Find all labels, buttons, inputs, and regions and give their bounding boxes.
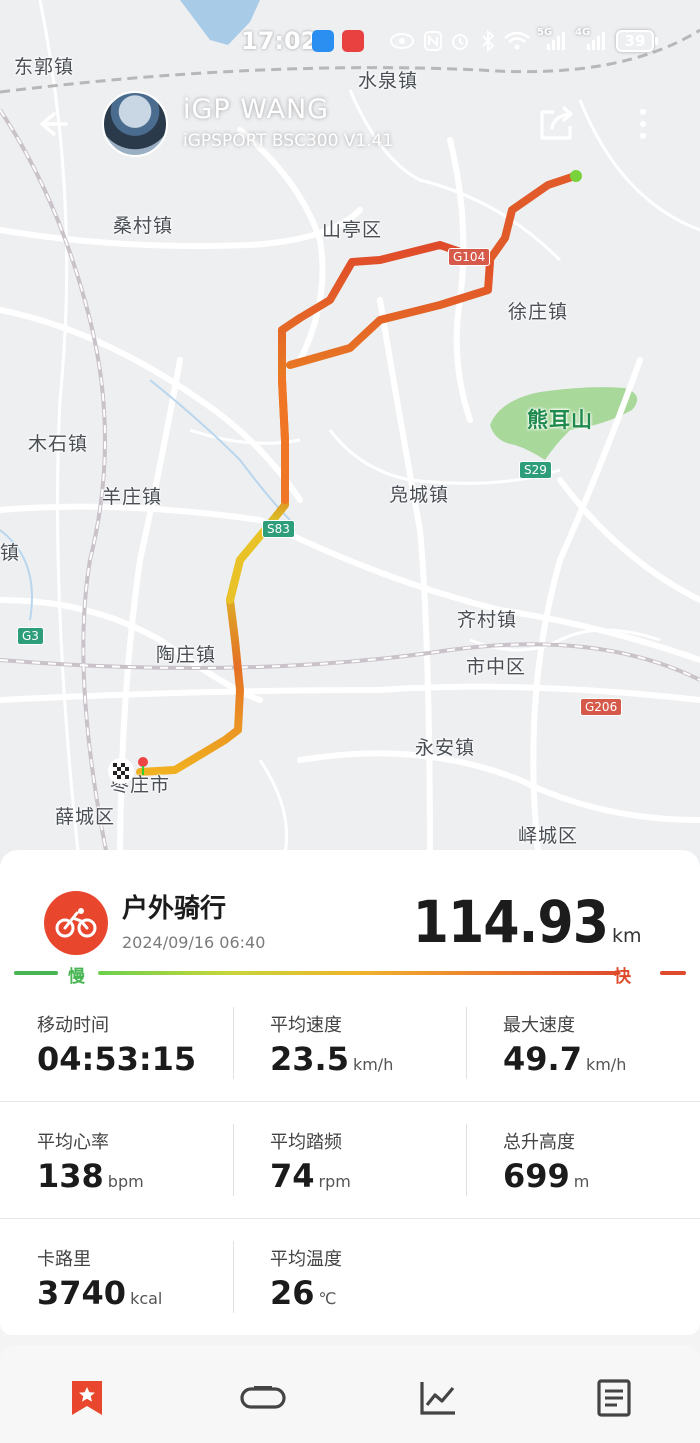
road-shield: S83 xyxy=(262,520,295,538)
stat-unit: rpm xyxy=(318,1172,351,1191)
signal-icon xyxy=(587,32,605,50)
map-place-label: 徐庄镇 xyxy=(508,301,569,323)
stat-moving-time: 移动时间 04:53:15 xyxy=(0,985,233,1102)
eye-icon xyxy=(390,33,414,49)
stat-value: 699 xyxy=(503,1157,570,1195)
road-shield: S29 xyxy=(519,461,552,479)
stat-total-ascent: 总升高度 699 m xyxy=(466,1102,699,1219)
stat-max-speed: 最大速度 49.7 km/h xyxy=(466,985,699,1102)
map-place-label: 镇 xyxy=(0,542,21,564)
bookmark-icon[interactable] xyxy=(65,1376,109,1420)
signal-icon xyxy=(547,32,565,50)
stat-label: 平均速度 xyxy=(270,1015,342,1036)
map-place-label: 木石镇 xyxy=(28,433,89,455)
cycling-icon xyxy=(44,891,108,955)
speed-legend-bar xyxy=(14,971,686,975)
back-arrow-icon[interactable] xyxy=(30,104,70,144)
stat-value: 74 xyxy=(270,1157,315,1195)
stat-label: 平均踏频 xyxy=(270,1132,342,1153)
stat-avg-cadence: 平均踏频 74 rpm xyxy=(233,1102,466,1219)
stats-row: 平均心率 138 bpm 平均踏频 74 rpm 总升高度 699 m xyxy=(0,1102,700,1219)
stat-label: 移动时间 xyxy=(37,1015,109,1036)
stat-value: 49.7 xyxy=(503,1040,582,1078)
stat-label: 最大速度 xyxy=(503,1015,575,1036)
stat-value: 26 xyxy=(270,1274,315,1312)
wifi-icon xyxy=(504,31,530,50)
road-shield: G104 xyxy=(448,248,491,266)
stat-label: 总升高度 xyxy=(503,1132,575,1153)
stat-unit: ℃ xyxy=(318,1289,337,1308)
user-name: iGP WANG xyxy=(183,94,330,125)
speed-fast-label: 快 xyxy=(614,967,631,987)
stat-calories: 卡路里 3740 kcal xyxy=(0,1219,233,1336)
map-place-label: 熊耳山 xyxy=(527,408,593,432)
road-shield: G206 xyxy=(580,698,623,716)
stats-row: 移动时间 04:53:15 平均速度 23.5 km/h 最大速度 49.7 km/… xyxy=(0,985,700,1102)
bluetooth-icon xyxy=(482,30,495,52)
nfc-icon xyxy=(424,31,442,51)
stat-value: 138 xyxy=(37,1157,104,1195)
stat-label: 平均心率 xyxy=(37,1132,109,1153)
avatar[interactable] xyxy=(102,91,168,157)
stat-unit: m xyxy=(573,1172,590,1191)
map-place-label: 峄城区 xyxy=(518,825,579,847)
map-place-label: 永安镇 xyxy=(415,737,476,759)
map-place-label: 市中区 xyxy=(466,656,527,678)
alarm-icon xyxy=(452,34,468,50)
map-place-label: 山亭区 xyxy=(322,219,383,241)
stat-unit: km/h xyxy=(352,1055,394,1074)
activity-date: 2024/09/16 06:40 xyxy=(122,933,266,952)
status-time: 17:02 xyxy=(241,27,318,55)
distance-unit: km xyxy=(612,925,642,947)
activity-type: 户外骑行 xyxy=(122,894,227,924)
stat-avg-speed: 平均速度 23.5 km/h xyxy=(233,985,466,1102)
stats-grid: 移动时间 04:53:15 平均速度 23.5 km/h 最大速度 49.7 km/… xyxy=(0,985,700,1336)
stat-avg-temperature: 平均温度 26 ℃ xyxy=(233,1219,466,1336)
stat-value: 3740 xyxy=(37,1274,127,1312)
stat-unit: kcal xyxy=(130,1289,163,1308)
map-place-label: 薛城区 xyxy=(55,806,116,828)
total-distance: 114.93 xyxy=(412,888,609,956)
stat-unit: bpm xyxy=(107,1172,144,1191)
device-icon[interactable] xyxy=(240,1376,286,1420)
more-options-icon[interactable] xyxy=(628,104,658,144)
speed-slow-label: 慢 xyxy=(68,967,85,987)
map-place-label: 桑村镇 xyxy=(113,215,174,237)
road-shield: G3 xyxy=(17,627,44,645)
device-name: iGPSPORT BSC300 V1.41 xyxy=(183,131,394,151)
news-app-icon xyxy=(342,30,364,52)
map-place-label: 齐村镇 xyxy=(457,609,518,631)
report-icon[interactable] xyxy=(592,1376,636,1420)
stats-row: 卡路里 3740 kcal 平均温度 26 ℃ xyxy=(0,1219,700,1336)
status-bar: 17:02 5G 4G 39 xyxy=(0,0,700,80)
stat-label: 卡路里 xyxy=(37,1249,91,1270)
start-pin-icon xyxy=(138,757,148,775)
finish-flag-icon xyxy=(108,758,134,784)
stat-value: 23.5 xyxy=(270,1040,349,1078)
chart-icon[interactable] xyxy=(416,1376,460,1420)
stat-label: 平均温度 xyxy=(270,1249,342,1270)
route-line xyxy=(136,172,579,776)
map-place-label: 陶庄镇 xyxy=(156,644,217,666)
stat-unit: km/h xyxy=(585,1055,627,1074)
map-place-label: 羊庄镇 xyxy=(102,486,163,508)
share-icon[interactable] xyxy=(536,104,576,144)
stat-value: 04:53:15 xyxy=(37,1040,197,1078)
map-place-label: 凫城镇 xyxy=(389,484,450,506)
weather-app-icon xyxy=(312,30,334,52)
battery-indicator: 39 xyxy=(616,30,658,52)
stat-avg-heart-rate: 平均心率 138 bpm xyxy=(0,1102,233,1219)
